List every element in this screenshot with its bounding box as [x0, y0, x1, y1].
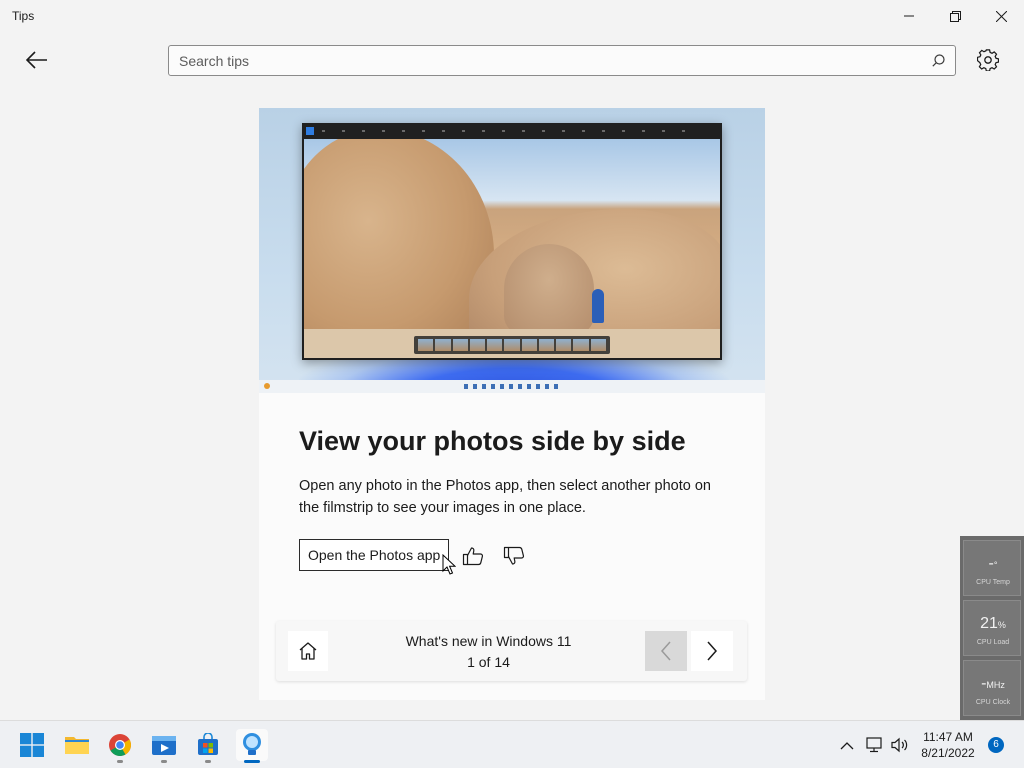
close-icon [995, 10, 1007, 22]
filmstrip [414, 336, 610, 354]
desert-rock-photo [304, 139, 720, 358]
photos-app-icon [306, 127, 314, 135]
windows-logo-icon [20, 733, 44, 757]
mini-taskbar [259, 380, 765, 393]
minimize-button[interactable] [886, 0, 932, 32]
back-button[interactable] [18, 44, 56, 76]
mini-weather-icon [264, 383, 270, 389]
home-button[interactable] [288, 631, 328, 671]
clock-date: 8/21/2022 [921, 746, 975, 760]
cpu-load-label: CPU Load [976, 639, 1010, 646]
collection-title: What's new in Windows 11 [405, 633, 572, 649]
restore-button[interactable] [932, 0, 978, 32]
active-app-indicator [244, 760, 260, 763]
taskbar-file-explorer[interactable] [61, 729, 93, 761]
cpu-meter-gadget: -° CPU Temp 21% CPU Load -MHz CPU Clock [960, 536, 1024, 720]
taskbar: 11:47 AM 8/21/2022 6 [0, 720, 1024, 768]
lightbulb-icon [243, 733, 261, 755]
tip-title: View your photos side by side [299, 426, 686, 456]
collection-navigation: What's new in Windows 11 1 of 14 [276, 621, 747, 681]
dislike-button[interactable] [500, 542, 528, 570]
running-indicator [161, 760, 167, 763]
thumbs-up-icon [462, 547, 484, 566]
cpu-temp-unit: ° [993, 560, 998, 570]
tip-card: View your photos side by side Open any p… [259, 108, 765, 700]
cpu-clock-unit: MHz [986, 680, 1005, 690]
chevron-left-icon [660, 641, 671, 661]
search-icon[interactable] [932, 54, 945, 67]
taskbar-chrome[interactable] [104, 729, 136, 761]
photos-toolbar [322, 130, 702, 132]
running-indicator [117, 760, 123, 763]
start-button[interactable] [16, 729, 48, 761]
chevron-right-icon [707, 641, 718, 661]
notification-badge[interactable]: 6 [988, 737, 1004, 753]
cpu-temp-cell: -° CPU Temp [963, 540, 1021, 596]
running-indicator [205, 760, 211, 763]
home-icon [299, 642, 317, 660]
gear-icon [977, 49, 999, 71]
cpu-load-unit: % [997, 620, 1006, 630]
chrome-icon [109, 734, 131, 756]
photos-window-titlebar [302, 123, 722, 139]
rock [504, 244, 594, 334]
network-icon [866, 737, 882, 753]
tip-hero-image [259, 108, 765, 393]
store-icon [198, 733, 218, 755]
search-input[interactable] [179, 52, 919, 70]
volume-button[interactable] [891, 735, 909, 755]
next-tip-button[interactable] [691, 631, 733, 671]
taskbar-clock[interactable]: 11:47 AM 8/21/2022 [912, 729, 984, 761]
clock-time: 11:47 AM [923, 730, 973, 744]
back-arrow-icon [26, 51, 47, 69]
window-title: Tips [12, 9, 35, 23]
folder-icon [65, 737, 89, 754]
settings-button[interactable] [972, 44, 1004, 76]
cpu-temp-label: CPU Temp [976, 579, 1010, 586]
taskbar-video-editor[interactable] [148, 729, 180, 761]
taskbar-store[interactable] [192, 729, 224, 761]
thumbs-down-icon [503, 546, 525, 565]
close-button[interactable] [978, 0, 1024, 32]
mouse-cursor-icon [442, 554, 456, 575]
restore-icon [949, 10, 961, 22]
cpu-load-cell: 21% CPU Load [963, 600, 1021, 656]
minimize-icon [904, 15, 914, 17]
cpu-load-value: 21 [980, 615, 998, 632]
title-bar: Tips [0, 0, 1024, 32]
open-photos-button[interactable]: Open the Photos app [299, 539, 449, 571]
video-editor-icon [152, 736, 176, 755]
network-button[interactable] [866, 735, 884, 755]
chevron-up-icon [840, 741, 854, 749]
cpu-clock-label: CPU Clock [975, 699, 1011, 706]
mini-taskbar-icons [464, 384, 559, 389]
cpu-clock-cell: -MHz CPU Clock [963, 660, 1021, 716]
tip-description: Open any photo in the Photos app, then s… [299, 478, 711, 516]
previous-tip-button[interactable] [645, 631, 687, 671]
volume-icon [891, 737, 908, 753]
search-box [168, 45, 956, 76]
show-hidden-icons-button[interactable] [838, 735, 856, 755]
rock [304, 139, 494, 358]
taskbar-tips[interactable] [236, 729, 268, 761]
like-button[interactable] [459, 542, 487, 570]
photos-window-preview [302, 123, 722, 360]
hiker-figure [592, 289, 604, 323]
tip-position: 1 of 14 [467, 654, 510, 670]
